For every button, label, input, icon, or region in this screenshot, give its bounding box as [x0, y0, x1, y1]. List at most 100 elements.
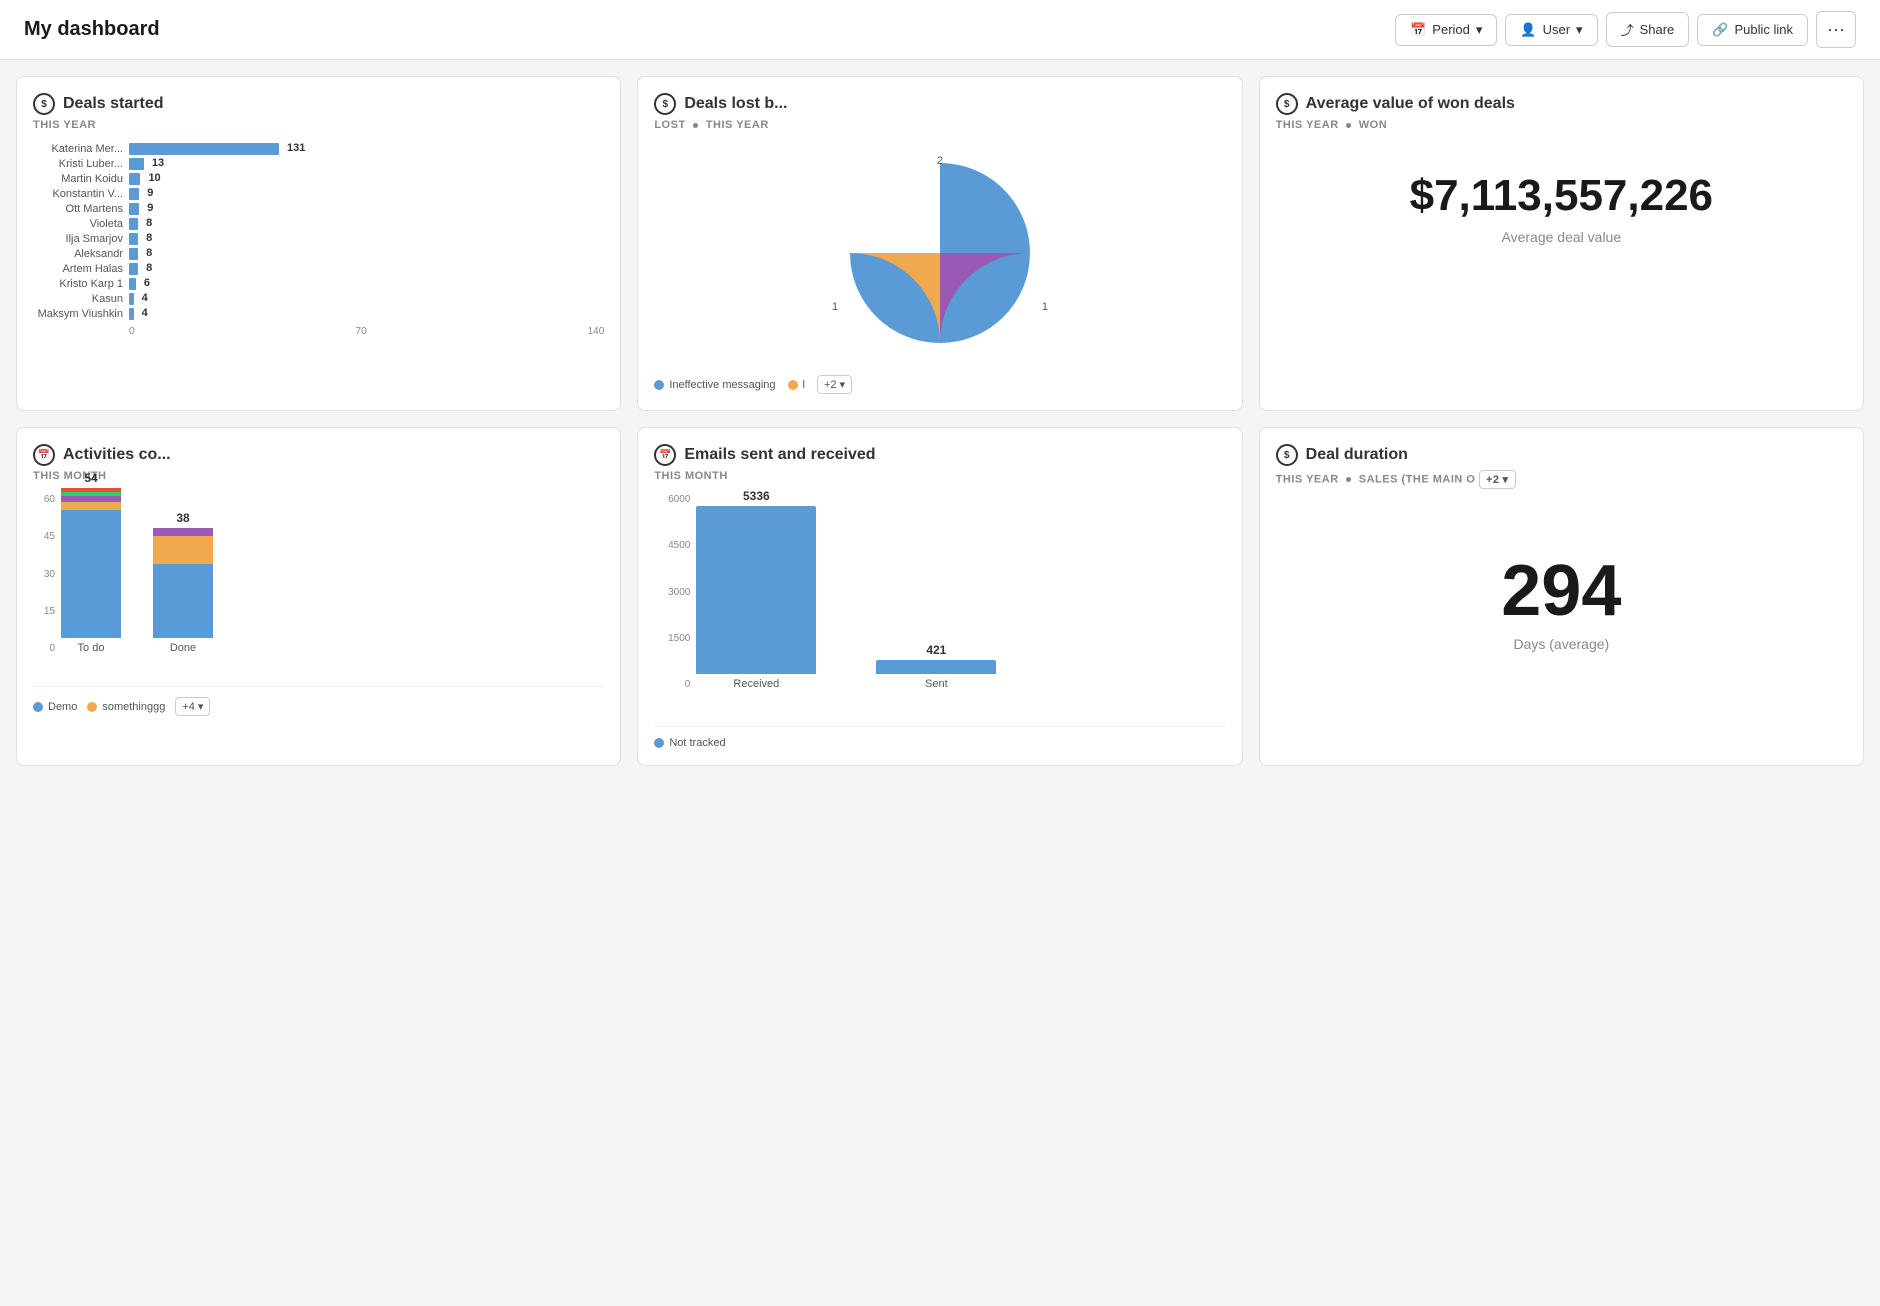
link-icon: 🔗 — [1712, 22, 1728, 38]
received-value: 5336 — [743, 489, 770, 503]
done-value: 38 — [176, 511, 189, 525]
avg-value-number: $7,113,557,226 — [1276, 171, 1847, 221]
legend-item-ineffective: Ineffective messaging — [654, 379, 775, 391]
avg-value-icon: $ — [1276, 93, 1298, 115]
bar-row: Ott Martens9 — [33, 203, 604, 215]
bar-row: Konstantin V...9 — [33, 188, 604, 200]
header: My dashboard 📅 Period ▾ 👤 User ▾ ⤴ Share… — [0, 0, 1880, 60]
activities-y-axis: 60 45 30 15 0 — [33, 494, 61, 674]
activities-legend-more[interactable]: +4 ▾ — [175, 697, 210, 716]
activities-done-bar: 38 Done — [153, 511, 213, 654]
done-seg1 — [153, 564, 213, 638]
bar-row: Artem Halas8 — [33, 263, 604, 275]
page-title: My dashboard — [24, 18, 160, 41]
share-icon: ⤴ — [1621, 20, 1634, 39]
public-link-button[interactable]: 🔗 Public link — [1697, 14, 1808, 46]
legend-dot-not-tracked — [654, 738, 664, 748]
deals-lost-subtitle: LOST THIS YEAR — [654, 119, 1225, 131]
bar-row: Violeta8 — [33, 218, 604, 230]
received-bar-fill — [696, 506, 816, 674]
done-stack — [153, 528, 213, 638]
emails-chart: 6000 4500 3000 1500 0 5336 Received 421 — [654, 494, 1225, 714]
deal-duration-more[interactable]: +2 ▾ — [1479, 470, 1516, 489]
calendar-icon: 📅 — [1410, 22, 1426, 38]
legend-dot-something — [87, 702, 97, 712]
x-axis: 070140 — [33, 326, 604, 337]
bar-row: Kasun4 — [33, 293, 604, 305]
activities-todo-bar: 54 To do — [61, 471, 121, 654]
legend-not-tracked: Not tracked — [654, 737, 725, 749]
chevron-down-icon: ▾ — [198, 700, 204, 713]
avg-value-card: $ Average value of won deals THIS YEAR W… — [1259, 76, 1864, 411]
sent-label: Sent — [925, 678, 948, 690]
received-label: Received — [733, 678, 779, 690]
avg-value-label: Average deal value — [1276, 229, 1847, 245]
deals-started-title: $ Deals started — [33, 93, 604, 115]
legend-dot-demo — [33, 702, 43, 712]
chevron-down-icon: ▾ — [1476, 22, 1483, 38]
bar-row: Kristi Luber...13 — [33, 158, 604, 170]
legend-more-button[interactable]: +2 ▾ — [817, 375, 852, 394]
activities-legend: Demo somethinggg +4 ▾ — [33, 686, 604, 716]
emails-icon: 📅 — [654, 444, 676, 466]
share-button[interactable]: ⤴ Share — [1606, 12, 1690, 47]
deal-duration-card: $ Deal duration THIS YEAR SALES (THE MAI… — [1259, 427, 1864, 766]
deal-duration-value: 294 — [1501, 550, 1621, 632]
deal-duration-label: Days (average) — [1513, 636, 1609, 652]
pie-chart: 2 1 1 — [840, 153, 1040, 353]
chevron-down-icon: ▾ — [840, 378, 846, 391]
user-button[interactable]: 👤 User ▾ — [1505, 14, 1597, 46]
emails-bars: 5336 Received 421 Sent — [696, 494, 1225, 714]
legend-item-orange: l — [788, 379, 805, 391]
header-actions: 📅 Period ▾ 👤 User ▾ ⤴ Share 🔗 Public lin… — [1395, 11, 1856, 48]
legend-demo: Demo — [33, 701, 77, 713]
todo-stack — [61, 488, 121, 638]
legend-dot-orange — [788, 380, 798, 390]
pie-svg — [840, 153, 1040, 353]
deals-started-subtitle: THIS YEAR — [33, 119, 604, 131]
emails-y-axis: 6000 4500 3000 1500 0 — [654, 494, 696, 714]
deals-lost-title: $ Deals lost b... — [654, 93, 1225, 115]
activities-bars: 54 To do 38 — [61, 494, 604, 674]
emails-card: 📅 Emails sent and received THIS MONTH 60… — [637, 427, 1242, 766]
todo-seg2 — [61, 502, 121, 510]
deals-lost-pie-container: 2 1 1 — [654, 143, 1225, 363]
done-seg2 — [153, 536, 213, 564]
avg-value-subtitle: THIS YEAR WON — [1276, 119, 1847, 131]
legend-dot-blue — [654, 380, 664, 390]
deal-duration-title: $ Deal duration — [1276, 444, 1847, 466]
bar-row: Kristo Karp 16 — [33, 278, 604, 290]
chevron-down-icon: ▾ — [1576, 22, 1583, 38]
more-button[interactable]: ··· — [1816, 11, 1856, 48]
sent-bar-fill — [876, 660, 996, 674]
emails-received-bar: 5336 Received — [696, 489, 816, 690]
deals-started-card: $ Deals started THIS YEAR Katerina Mer..… — [16, 76, 621, 411]
dashboard: $ Deals started THIS YEAR Katerina Mer..… — [0, 60, 1880, 782]
deals-started-chart: Katerina Mer...131 Kristi Luber...13 Marti… — [33, 143, 604, 320]
done-seg3 — [153, 528, 213, 536]
deal-duration-content: 294 Days (average) — [1276, 501, 1847, 701]
legend-somethinggg: somethinggg — [87, 701, 165, 713]
bar-row: Martin Koidu10 — [33, 173, 604, 185]
pie-label-right: 1 — [1042, 301, 1048, 313]
more-icon: ··· — [1827, 19, 1845, 40]
deals-started-icon: $ — [33, 93, 55, 115]
activities-title: 📅 Activities co... — [33, 444, 604, 466]
sent-value: 421 — [926, 643, 946, 657]
activities-card: 📅 Activities co... THIS MONTH 60 45 30 1… — [16, 427, 621, 766]
bar-row: Ilja Smarjov8 — [33, 233, 604, 245]
todo-label: To do — [78, 642, 105, 654]
bar-row: Katerina Mer...131 — [33, 143, 604, 155]
avg-value-title: $ Average value of won deals — [1276, 93, 1847, 115]
chevron-down-icon: ▾ — [1503, 473, 1509, 486]
activities-chart: 60 45 30 15 0 54 To do — [33, 494, 604, 674]
activities-icon: 📅 — [33, 444, 55, 466]
done-label: Done — [170, 642, 196, 654]
todo-value: 54 — [84, 471, 97, 485]
deal-duration-subtitle: THIS YEAR SALES (THE MAIN O +2 ▾ — [1276, 470, 1847, 489]
deals-lost-card: $ Deals lost b... LOST THIS YEAR 2 — [637, 76, 1242, 411]
emails-title: 📅 Emails sent and received — [654, 444, 1225, 466]
deal-duration-icon: $ — [1276, 444, 1298, 466]
period-button[interactable]: 📅 Period ▾ — [1395, 14, 1497, 46]
emails-sent-bar: 421 Sent — [876, 643, 996, 690]
